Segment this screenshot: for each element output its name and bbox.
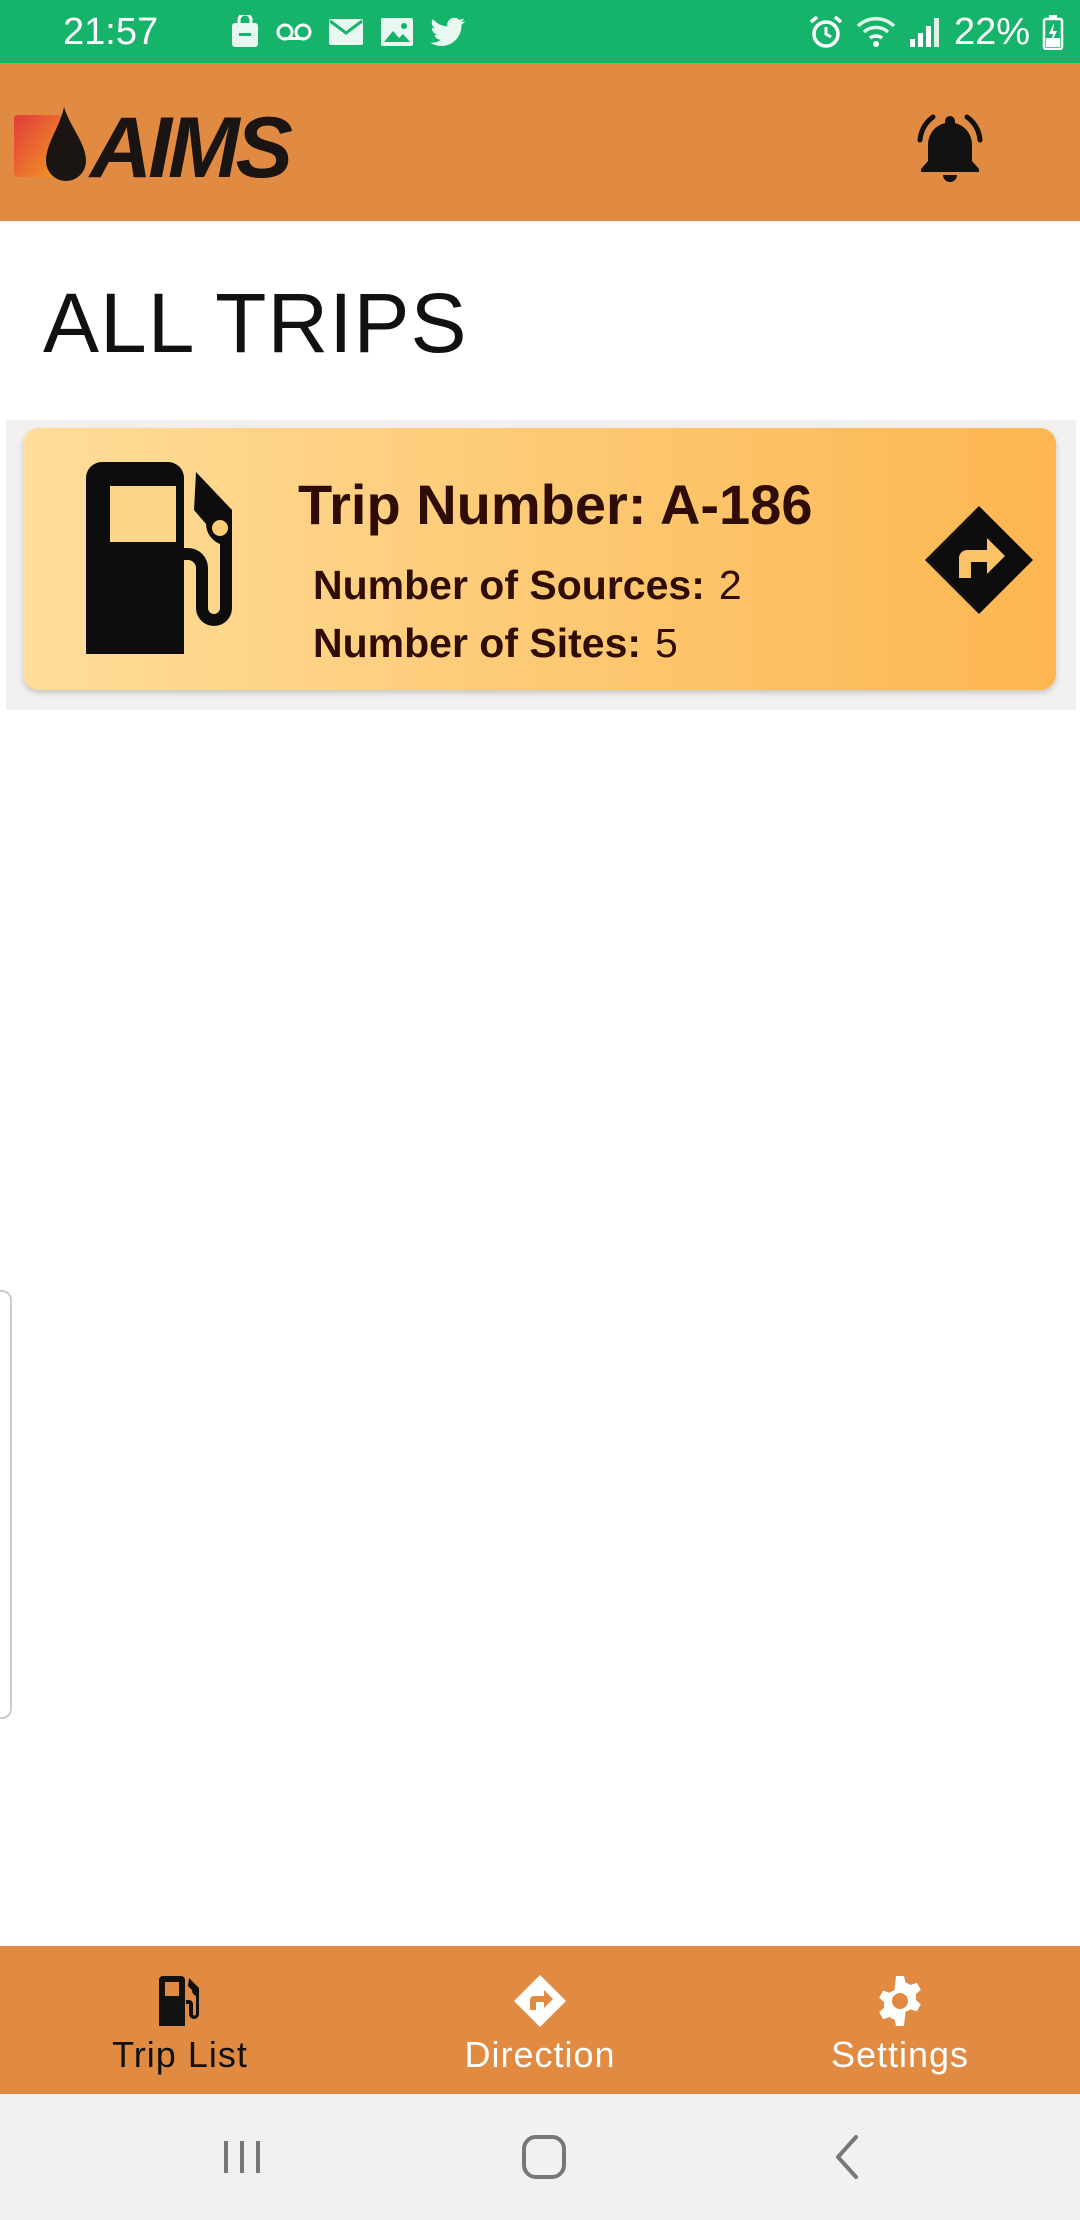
sources-value: 2 [718,562,742,608]
alarm-icon [809,15,843,48]
trip-number: Trip Number: A-186 [298,473,813,536]
gallery-icon [381,18,413,46]
app-header: AIMS [0,63,1080,221]
bell-icon[interactable] [910,108,990,188]
logo-text: AIMS [90,100,293,196]
trip-sites-row: Number of Sites: 5 [313,620,678,667]
battery-percentage: 22% [953,10,1030,53]
home-icon[interactable] [514,2127,574,2187]
trip-sources-row: Number of Sources: 2 [313,562,742,609]
gear-icon [879,1976,921,2026]
wifi-icon [856,17,896,47]
direction-icon[interactable] [923,504,1035,616]
nav-label-settings: Settings [830,2034,970,2075]
fuel-pump-icon [86,462,232,654]
signal-icon [909,18,939,47]
system-navigation-bar [0,2094,1080,2220]
sites-value: 5 [655,620,678,666]
fuel-pump-icon [159,1976,199,2026]
edge-panel-handle[interactable] [0,1290,12,1719]
aims-logo: AIMS [12,100,382,196]
nav-label-trip-list: Trip List [112,2034,248,2075]
logo-mark-icon [14,107,86,181]
shopping-bag-icon [232,15,258,47]
nav-settings[interactable]: Settings [720,1946,1080,2094]
nav-trip-list[interactable]: Trip List [0,1946,360,2094]
trip-card[interactable]: Trip Number: A-186 Number of Sources: 2 N… [23,428,1056,690]
sources-label: Number of Sources: [313,562,705,608]
email-icon [329,19,363,45]
status-time: 21:57 [63,11,159,53]
recent-apps-icon[interactable] [212,2127,272,2187]
direction-icon [514,1975,566,2027]
nav-label-direction: Direction [464,2034,616,2075]
twitter-icon [430,17,465,46]
notification-icons [230,12,466,52]
nav-direction[interactable]: Direction [360,1946,720,2094]
sites-label: Number of Sites: [313,620,642,666]
bottom-navigation: Trip List Direction Settings [0,1946,1080,2094]
system-status-icons: 22% [808,8,1064,56]
back-icon[interactable] [818,2127,878,2187]
page-title: ALL TRIPS [43,276,468,370]
voicemail-icon [276,23,312,41]
status-bar: 21:57 22% [0,0,1080,63]
battery-charging-icon [1042,15,1064,50]
